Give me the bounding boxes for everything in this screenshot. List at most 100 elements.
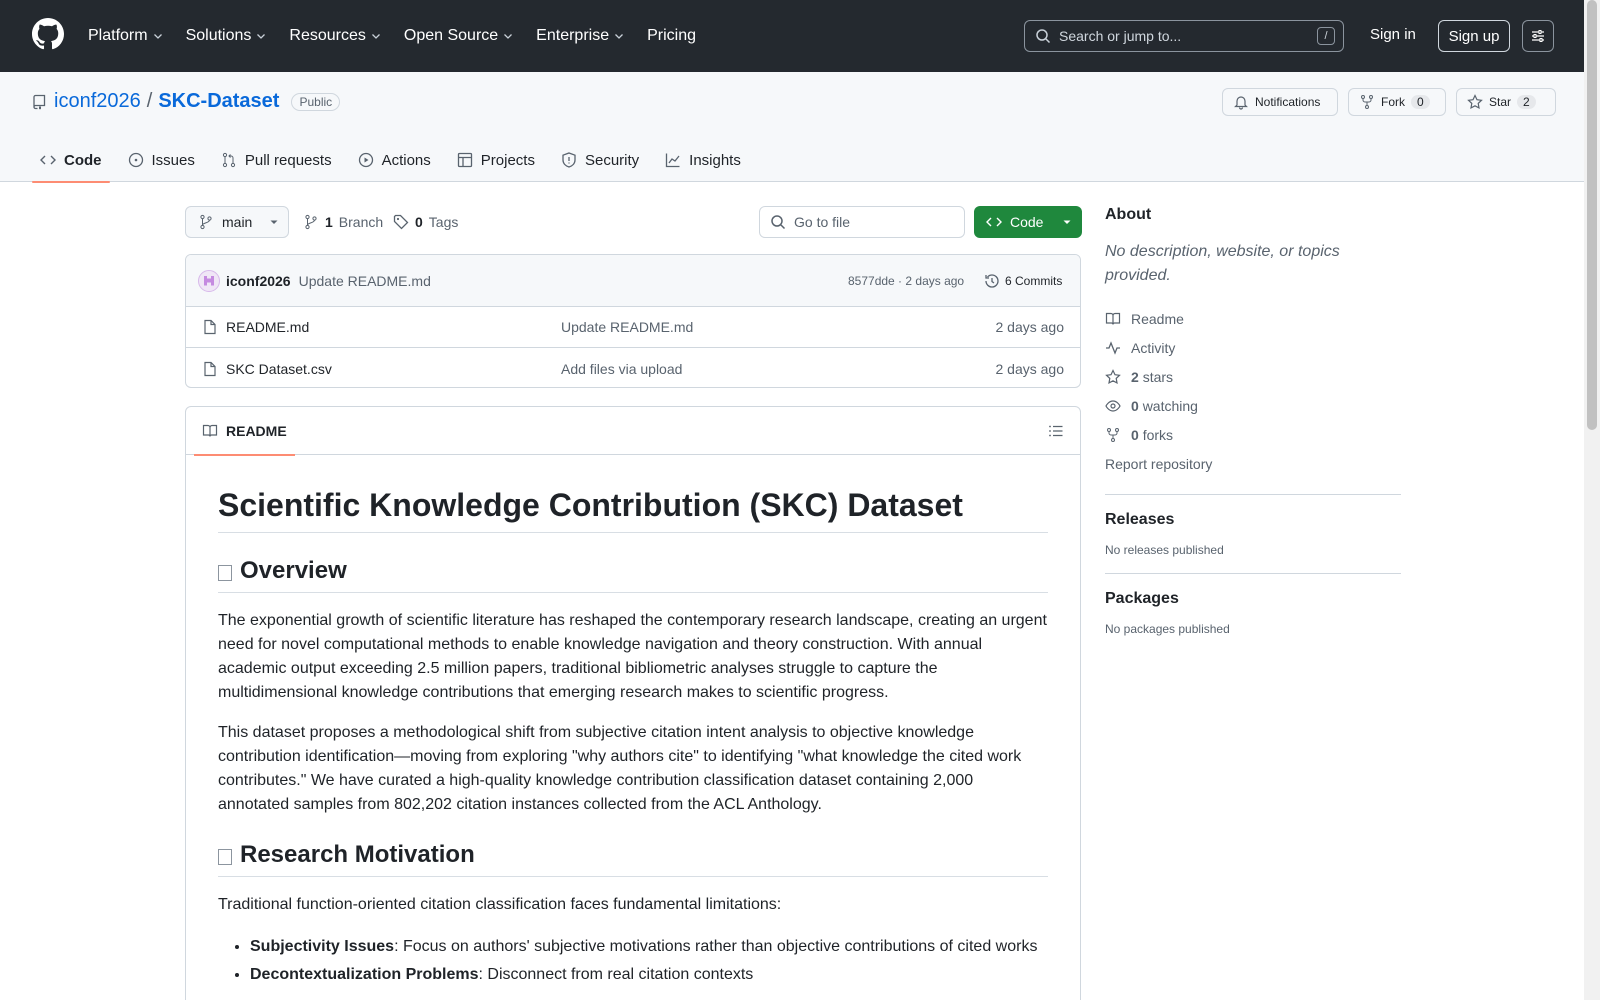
global-nav: Platform Solutions Resources Open Source…	[88, 0, 718, 72]
readme-link[interactable]: Readme	[1105, 304, 1401, 333]
forks-label: forks	[1142, 426, 1174, 443]
repo-separator: /	[146, 90, 153, 112]
readme-link-label: Readme	[1131, 310, 1184, 327]
fork-label: Fork	[1381, 95, 1405, 109]
history-icon	[985, 273, 999, 288]
nav-enterprise[interactable]: Enterprise	[536, 27, 625, 45]
forks-count: 0	[1131, 426, 1139, 443]
branch-label: Branch	[338, 214, 384, 230]
activity-link[interactable]: Activity	[1105, 333, 1401, 362]
list-item-text: : Disconnect from real citation contexts	[478, 966, 754, 983]
packages-heading[interactable]: Packages	[1105, 590, 1401, 608]
menu-button[interactable]	[1522, 20, 1554, 52]
nav-label: Resources	[289, 27, 366, 44]
list-item-bold: Subjectivity Issues	[250, 938, 395, 955]
repo-header: iconf2026 / SKC-Dataset Public Notificat…	[0, 72, 1584, 183]
notifications-button[interactable]: Notifications	[1222, 88, 1338, 116]
tab-insights[interactable]: Insights	[657, 138, 749, 182]
star-icon	[1105, 368, 1121, 384]
no-releases-text: No releases published	[1105, 543, 1224, 557]
list-icon[interactable]	[1048, 423, 1064, 439]
divider	[1105, 573, 1401, 574]
tab-pull-requests[interactable]: Pull requests	[213, 138, 340, 182]
issue-icon	[128, 152, 143, 168]
star-label: Star	[1489, 95, 1512, 109]
commit-author[interactable]: iconf2026	[226, 273, 291, 289]
sidebar: About No description, website, or topics…	[1105, 206, 1401, 636]
commits-link[interactable]: 6 Commits	[984, 273, 1062, 289]
tag-icon	[393, 214, 409, 230]
forks-link[interactable]: 0 forks	[1105, 420, 1401, 449]
eye-icon	[1105, 399, 1121, 412]
tab-projects[interactable]: Projects	[449, 138, 543, 182]
watchers-link[interactable]: 0 watching	[1105, 391, 1401, 420]
nav-label: Open Source	[403, 27, 499, 44]
code-icon	[986, 217, 1002, 227]
book-icon	[202, 424, 218, 437]
go-to-file-input[interactable]: Go to file	[759, 206, 965, 238]
readme-body: Scientific Knowledge Contribution (SKC) …	[186, 487, 1080, 989]
avatar[interactable]	[198, 269, 220, 292]
nav-open-source[interactable]: Open Source	[404, 27, 514, 45]
scrollbar-thumb[interactable]	[1587, 0, 1597, 430]
repo-name-link[interactable]: SKC-Dataset	[158, 90, 279, 113]
chevron-down-icon	[153, 34, 162, 39]
search-placeholder: Search or jump to...	[1059, 28, 1182, 44]
branch-icon	[305, 214, 317, 230]
nav-solutions[interactable]: Solutions	[186, 27, 268, 45]
branch-count: 1	[325, 214, 333, 230]
tags-link[interactable]: 0 Tags	[393, 214, 458, 230]
branches-link[interactable]: 1 Branch	[303, 214, 383, 230]
file-time: 2 days ago	[995, 360, 1065, 377]
list-item-bold: Decontextualization Problems	[250, 966, 479, 983]
chevron-down-icon	[371, 34, 380, 39]
readme-title: Scientific Knowledge Contribution (SKC) …	[218, 487, 1048, 533]
repo-owner-link[interactable]: iconf2026	[54, 90, 141, 113]
graph-icon	[666, 153, 680, 168]
tab-issues[interactable]: Issues	[120, 138, 203, 182]
notifications-label: Notifications	[1255, 95, 1321, 109]
nav-pricing[interactable]: Pricing	[647, 27, 696, 45]
tab-code[interactable]: Code	[32, 138, 110, 183]
about-description: No description, website, or topics provi…	[1105, 243, 1340, 284]
file-commit-message[interactable]: Update README.md	[561, 319, 693, 335]
releases-heading[interactable]: Releases	[1105, 511, 1401, 529]
github-logo-icon[interactable]	[32, 18, 64, 50]
star-icon	[1467, 94, 1483, 110]
file-name[interactable]: README.md	[226, 319, 309, 335]
chevron-down-icon	[615, 34, 624, 39]
pull-request-icon	[222, 152, 235, 168]
code-button[interactable]: Code	[974, 206, 1082, 238]
file-commit-message[interactable]: Add files via upload	[561, 361, 682, 377]
tag-label: Tags	[428, 214, 459, 230]
paragraph: Traditional function-oriented citation c…	[218, 896, 782, 913]
branch-selector[interactable]: main	[185, 206, 289, 238]
stars-count: 2	[1131, 368, 1139, 385]
file-icon	[204, 319, 216, 335]
table-row: README.md Update README.md 2 days ago	[186, 307, 1080, 348]
nav-platform[interactable]: Platform	[88, 27, 164, 45]
table-row: SKC Dataset.csv Add files via upload 2 d…	[186, 348, 1080, 387]
report-repository-link[interactable]: Report repository	[1105, 449, 1401, 478]
sign-up-button[interactable]: Sign up	[1438, 20, 1510, 52]
readme-tab[interactable]: README	[194, 407, 295, 456]
readme-header: README	[186, 407, 1080, 456]
heading-text: Research Motivation	[240, 841, 475, 868]
bell-icon	[1234, 96, 1248, 110]
stars-link[interactable]: 2 stars	[1105, 362, 1401, 391]
commit-message[interactable]: Update README.md	[299, 273, 431, 289]
star-button[interactable]: Star 2	[1456, 88, 1556, 116]
visibility-badge: Public	[291, 92, 341, 111]
search-input[interactable]: Search or jump to... /	[1024, 20, 1344, 52]
sign-in-link[interactable]: Sign in	[1370, 26, 1416, 43]
fork-button[interactable]: Fork 0	[1348, 88, 1446, 116]
about-heading: About	[1105, 206, 1152, 223]
commit-meta[interactable]: 8577dde · 2 days ago	[848, 274, 964, 288]
readme-tab-label: README	[226, 423, 287, 439]
nav-resources[interactable]: Resources	[289, 27, 381, 45]
tab-actions[interactable]: Actions	[350, 138, 439, 182]
list-item: Subjectivity Issues: Focus on authors' s…	[250, 933, 1048, 961]
file-name[interactable]: SKC Dataset.csv	[226, 361, 332, 377]
tab-security[interactable]: Security	[553, 138, 647, 182]
page-scrollbar[interactable]	[1584, 0, 1600, 1000]
